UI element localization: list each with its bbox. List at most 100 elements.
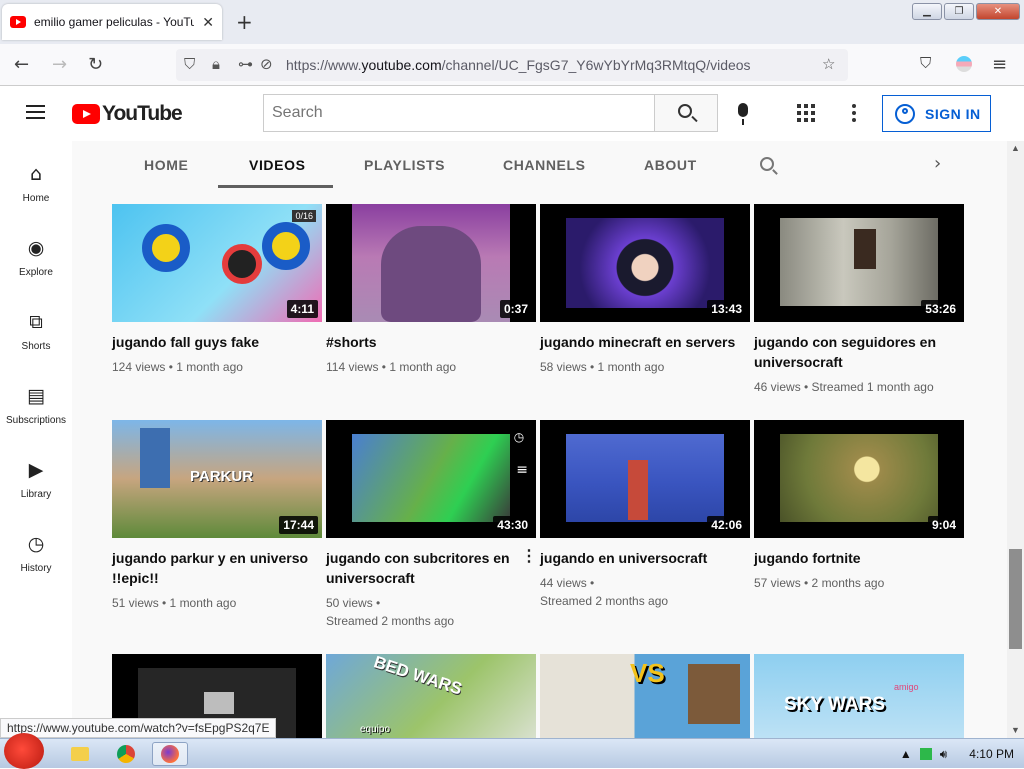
shield-icon[interactable]: ⛉ <box>184 55 195 73</box>
video-title[interactable]: jugando minecraft en servers <box>540 332 750 352</box>
apps-grid-icon[interactable] <box>797 104 815 122</box>
video-title[interactable]: jugando con seguidores en universocraft <box>754 332 964 372</box>
video-title[interactable]: jugando en universocraft <box>540 548 750 568</box>
network-icon[interactable] <box>919 748 932 760</box>
restore-button[interactable]: ❐ <box>944 3 974 20</box>
video-meta: Streamed 2 months ago <box>326 614 455 628</box>
search-input[interactable] <box>263 94 655 132</box>
video-thumbnail[interactable]: VS <box>540 654 750 738</box>
video-thumbnail[interactable]: 0/16 4:11 <box>112 204 322 322</box>
video-title[interactable]: jugando fortnite <box>754 548 964 568</box>
video-title[interactable]: #shorts <box>326 332 536 352</box>
thumbnail-text: PARKUR <box>190 468 254 485</box>
video-card[interactable]: 9:04 jugando fortnite 57 views • 2 month… <box>754 420 964 592</box>
video-thumbnail[interactable]: 13:43 <box>540 204 750 322</box>
chrome-taskbar-icon[interactable] <box>108 742 144 766</box>
clock[interactable]: 4:10 PM <box>969 747 1014 761</box>
back-icon[interactable]: ← <box>14 54 29 75</box>
video-card[interactable]: 42:06 jugando en universocraft 44 views … <box>540 420 750 610</box>
video-card[interactable]: 0:37 #shorts 114 views • 1 month ago <box>326 204 536 376</box>
thumbnail-art <box>381 226 481 322</box>
video-card[interactable]: 0/16 4:11 jugando fall guys fake 124 vie… <box>112 204 322 376</box>
thumbnail-art <box>780 434 938 522</box>
guide-item-explore[interactable]: ◉ Explore <box>0 237 72 307</box>
search-button[interactable] <box>654 94 718 132</box>
video-card[interactable]: PARKUR 17:44 jugando parkur y en univers… <box>112 420 322 612</box>
watch-later-icon[interactable]: ◷ <box>510 428 528 446</box>
angry-bird-icon <box>4 733 44 769</box>
window-controls: ▁ ❐ ✕ <box>912 3 1020 20</box>
start-button[interactable] <box>0 731 50 769</box>
tab-close-icon[interactable]: ✕ <box>202 14 214 31</box>
tab-about[interactable]: ABOUT <box>644 157 697 173</box>
guide-label: Explore <box>19 267 53 278</box>
video-thumbnail[interactable]: 9:04 <box>754 420 964 538</box>
video-duration: 43:30 <box>493 516 532 534</box>
show-hidden-icons-icon[interactable]: ▲ <box>900 747 912 761</box>
reload-icon[interactable]: ↻ <box>88 54 103 75</box>
pocket-icon[interactable]: ⛉ <box>920 54 931 72</box>
tab-videos[interactable]: VIDEOS <box>249 157 306 173</box>
guide-item-shorts[interactable]: ⧉ Shorts <box>0 311 72 381</box>
url-text: https://www.youtube.com/channel/UC_FgsG7… <box>286 57 751 73</box>
video-title[interactable]: jugando con subcritores en universocraft <box>326 548 536 588</box>
video-thumbnail[interactable]: ◷ ≡ 43:30 <box>326 420 536 538</box>
guide-item-library[interactable]: ▶ Library <box>0 459 72 529</box>
scroll-down-arrow-icon[interactable]: ▼ <box>1011 725 1020 735</box>
video-duration: 13:43 <box>707 300 746 318</box>
video-title[interactable]: jugando fall guys fake <box>112 332 322 352</box>
new-tab-icon[interactable]: + <box>236 10 253 34</box>
account-icon[interactable] <box>956 56 972 72</box>
permissions-icon[interactable]: ⊶ <box>238 55 253 73</box>
chevron-right-icon[interactable]: › <box>934 153 941 174</box>
video-thumbnail[interactable]: 53:26 <box>754 204 964 322</box>
sign-in-button[interactable]: SIGN IN <box>882 95 991 132</box>
video-thumbnail[interactable]: 0:37 <box>326 204 536 322</box>
video-card[interactable]: 13:43 jugando minecraft en servers 58 vi… <box>540 204 750 376</box>
scrollbar-thumb[interactable] <box>1009 549 1022 649</box>
bookmark-star-icon[interactable]: ☆ <box>822 55 835 73</box>
tab-channels[interactable]: CHANNELS <box>503 157 586 173</box>
tab-title: emilio gamer peliculas - YouTube <box>34 15 194 29</box>
video-title[interactable]: jugando parkur y en universo !!epic!! <box>112 548 322 588</box>
video-card[interactable]: ◷ ≡ 43:30 jugando con subcritores en uni… <box>326 420 537 630</box>
firefox-taskbar-icon[interactable] <box>152 742 188 766</box>
scroll-up-arrow-icon[interactable]: ▲ <box>1011 143 1020 153</box>
more-options-icon[interactable]: ⋮ <box>521 546 537 566</box>
thumbnail-art <box>352 434 510 522</box>
video-card[interactable]: VS <box>540 654 750 738</box>
youtube-logo[interactable]: YouTube <box>72 102 183 126</box>
minimize-button[interactable]: ▁ <box>912 3 942 20</box>
menu-icon[interactable]: ≡ <box>992 54 1007 75</box>
guide-item-home[interactable]: ⌂ Home <box>0 163 72 233</box>
video-thumbnail[interactable]: 42:06 <box>540 420 750 538</box>
video-thumbnail[interactable]: BED WARS equipo <box>326 654 536 738</box>
guide-item-history[interactable]: ◷ History <box>0 533 72 603</box>
forward-icon[interactable]: → <box>52 54 67 75</box>
page-scrollbar[interactable]: ▲ ▼ <box>1007 141 1024 738</box>
guide-label: Library <box>20 489 52 500</box>
browser-tab[interactable]: emilio gamer peliculas - YouTube ✕ <box>2 4 222 40</box>
add-to-queue-icon[interactable]: ≡ <box>516 462 528 478</box>
video-card[interactable]: SKY WARS amigo <box>754 654 964 738</box>
tab-playlists[interactable]: PLAYLISTS <box>364 157 445 173</box>
video-thumbnail[interactable]: SKY WARS amigo <box>754 654 964 738</box>
channel-search-icon[interactable] <box>760 157 774 171</box>
tab-home[interactable]: HOME <box>144 157 188 173</box>
close-window-button[interactable]: ✕ <box>976 3 1020 20</box>
lock-icon[interactable]: 🔒︎ <box>212 55 220 73</box>
video-thumbnail[interactable]: PARKUR 17:44 <box>112 420 322 538</box>
thumbnail-art <box>688 664 740 724</box>
volume-icon[interactable]: 🔊︎ <box>940 747 948 762</box>
chrome-icon <box>117 745 135 763</box>
microphone-icon[interactable] <box>738 103 748 125</box>
tracking-blocked-icon[interactable]: ⊘ <box>260 55 273 73</box>
person-icon <box>895 103 915 124</box>
hamburger-menu-icon[interactable] <box>26 105 45 119</box>
video-card[interactable]: BED WARS equipo <box>326 654 536 738</box>
settings-kebab-icon[interactable] <box>852 104 856 122</box>
address-bar[interactable]: ⛉ 🔒︎ ⊶ ⊘ https://www.youtube.com/channel… <box>176 49 848 81</box>
video-card[interactable]: 53:26 jugando con seguidores en universo… <box>754 204 964 396</box>
guide-item-subscriptions[interactable]: ▤ Subscriptions <box>0 385 72 455</box>
explorer-taskbar-icon[interactable] <box>62 742 98 766</box>
